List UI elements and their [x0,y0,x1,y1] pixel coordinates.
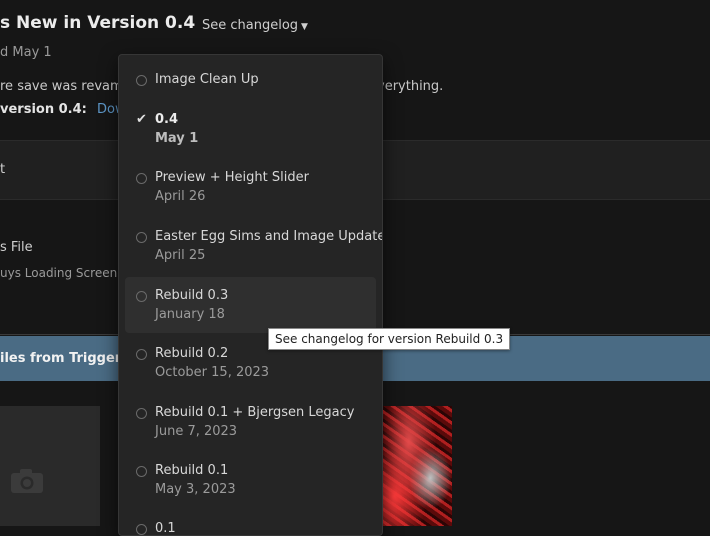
more-files-heading: iles from TriggerBl [0,351,136,366]
radio-empty-icon [136,466,147,477]
radio-empty-icon [136,232,147,243]
changelog-item-date: June 7, 2023 [155,424,238,439]
changelog-item-label: Image Clean Up [155,72,259,87]
changelog-item-date: January 18 [155,307,225,322]
changelog-item-date: May 1 [155,131,199,146]
changelog-item-label: Rebuild 0.3 [155,288,229,303]
caret-down-icon: ▼ [301,22,308,32]
version-label: version 0.4: [0,102,87,117]
file-thumbnail-image[interactable] [380,406,452,526]
changelog-item-image-clean-up[interactable]: Image Clean Up [125,65,376,97]
changelog-item-preview-height-slider[interactable]: Preview + Height Slider April 26 [125,164,376,212]
see-changelog-label: See changelog [202,18,299,33]
changelog-item-label: 0.1 [155,521,176,536]
file-title[interactable]: s File [0,240,33,255]
changelog-item-label: Rebuild 0.1 + Bjergsen Legacy [155,405,355,420]
page-title: s New in Version 0.4 [0,13,196,33]
radio-empty-icon [136,408,147,419]
changelog-item-label: Rebuild 0.2 [155,346,229,361]
changelog-item-easter-egg-sims[interactable]: Easter Egg Sims and Image Update April 2… [125,223,382,271]
description-text-start: re save was revamp [0,79,131,94]
changelog-item-rebuild-0-1[interactable]: Rebuild 0.1 May 3, 2023 [125,457,376,505]
changelog-item-date: April 26 [155,189,206,204]
changelog-item-label: 0.4 [155,112,179,127]
changelog-dropdown: Image Clean Up ✔ 0.4 May 1 Preview + Hei… [118,54,383,536]
camera-icon [11,469,43,493]
radio-empty-icon [136,75,147,86]
changelog-item-label: Easter Egg Sims and Image Update [155,229,383,244]
changelog-item-rebuild-0-3[interactable]: Rebuild 0.3 January 18 [125,277,376,333]
changelog-item-date: October 15, 2023 [155,365,270,380]
changelog-item-date: May 3, 2023 [155,482,236,497]
changelog-item-label: Rebuild 0.1 [155,463,229,478]
release-date: d May 1 [0,45,52,60]
checkmark-icon: ✔ [136,112,147,127]
file-subtitle: uys Loading Screen R [0,266,130,280]
radio-empty-icon [136,349,147,360]
changelog-item-rebuild-0-1-bjergsen[interactable]: Rebuild 0.1 + Bjergsen Legacy June 7, 20… [125,399,376,447]
tooltip: See changelog for version Rebuild 0.3 [268,328,511,350]
section-band-text: t [0,162,6,177]
file-thumbnail-placeholder[interactable] [0,406,100,526]
changelog-item-0-4[interactable]: ✔ 0.4 May 1 [125,106,376,154]
radio-empty-icon [136,173,147,184]
radio-empty-icon [136,291,147,302]
changelog-item-date: April 25 [155,248,206,263]
changelog-item-label: Preview + Height Slider [155,170,309,185]
see-changelog-button[interactable]: See changelog ▼ [202,18,308,33]
